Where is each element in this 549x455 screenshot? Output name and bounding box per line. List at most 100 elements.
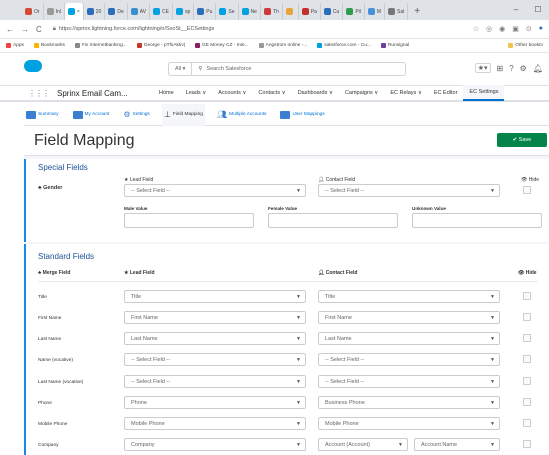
- bookmark-item[interactable]: George - pThiAktiv|: [136, 43, 185, 48]
- favorites-icon[interactable]: ★▾: [474, 63, 491, 73]
- nav-home[interactable]: Home: [153, 85, 180, 101]
- maximize-icon[interactable]: ☐: [527, 0, 549, 18]
- contact-field-select[interactable]: First Name ▼: [318, 311, 500, 324]
- subtab-field-mapping[interactable]: ⊥ Field Mapping: [161, 103, 205, 126]
- hide-checkbox[interactable]: [523, 440, 531, 448]
- hide-checkbox[interactable]: [523, 313, 531, 321]
- contact-field-select[interactable]: Account (Account) ▼: [318, 438, 408, 451]
- extension-icon[interactable]: ◎: [486, 25, 492, 33]
- browser-tab[interactable]: Cu: [321, 3, 344, 20]
- hide-checkbox[interactable]: [523, 334, 531, 342]
- nav-ec-relays[interactable]: EC Relays ∨: [384, 85, 428, 101]
- url-field[interactable]: 🔒︎ https://sprinx.lightning.force.com/li…: [49, 22, 429, 36]
- contact-field-select[interactable]: Title ▼: [318, 290, 500, 303]
- gender-hide-checkbox[interactable]: [523, 186, 531, 194]
- back-icon[interactable]: ←: [6, 25, 14, 34]
- help-icon[interactable]: ?: [509, 64, 513, 73]
- save-button[interactable]: ✔ Save: [497, 133, 547, 147]
- lead-field-select[interactable]: Mobile Phone ▼: [124, 417, 306, 430]
- lead-field-select[interactable]: First Name ▼: [124, 311, 306, 324]
- salesforce-logo-icon[interactable]: [24, 60, 42, 72]
- browser-tab[interactable]: Pa: [299, 3, 321, 20]
- browser-tab[interactable]: De: [105, 3, 128, 20]
- browser-tab[interactable]: CE: [150, 3, 173, 20]
- subtab-user-mappings[interactable]: User Mappings: [278, 104, 326, 126]
- nav-dashboards[interactable]: Dashboards ∨: [292, 85, 339, 101]
- bookmark-item[interactable]: Runsignal: [380, 43, 409, 48]
- browser-tab[interactable]: Ne: [239, 3, 261, 20]
- subtab-settings[interactable]: ⚙ Settings: [121, 104, 152, 126]
- bell-icon[interactable]: 🔔︎: [533, 64, 543, 73]
- nav-accounts[interactable]: Accounts ∨: [212, 85, 252, 101]
- nav-ec-settings[interactable]: EC Settings: [463, 85, 505, 101]
- lead-field-select[interactable]: Title ▼: [124, 290, 306, 303]
- browser-tab[interactable]: Th: [261, 3, 283, 20]
- search-scope-dropdown[interactable]: All ▾: [169, 63, 193, 75]
- hide-checkbox[interactable]: [523, 377, 531, 385]
- browser-tab[interactable]: Inl: [44, 3, 65, 20]
- subtab-multiple-accounts[interactable]: 👥︎ Multiple Accounts: [215, 104, 268, 126]
- reload-icon[interactable]: C: [36, 25, 42, 34]
- bookmark-item[interactable]: Apps: [6, 43, 24, 48]
- hide-checkbox[interactable]: [523, 292, 531, 300]
- hide-checkbox[interactable]: [523, 398, 531, 406]
- female-value-input[interactable]: [268, 213, 398, 228]
- add-icon[interactable]: ⊞: [497, 64, 504, 73]
- bookmark-star-icon[interactable]: ☆: [473, 25, 479, 33]
- unknown-value-input[interactable]: [412, 213, 542, 228]
- contact-field-select[interactable]: Mobile Phone ▼: [318, 417, 500, 430]
- gear-icon[interactable]: ⚙: [520, 64, 527, 73]
- lead-field-select[interactable]: Last Name ▼: [124, 332, 306, 345]
- bookmark-item[interactable]: salesforce.com - Cu...: [317, 43, 371, 48]
- browser-tab[interactable]: [283, 3, 299, 20]
- app-launcher-icon[interactable]: ⋮⋮⋮: [28, 89, 50, 98]
- forward-icon[interactable]: →: [21, 25, 29, 34]
- subtab-summary[interactable]: Summary: [24, 104, 61, 126]
- chevron-down-icon[interactable]: ∨: [202, 90, 206, 96]
- browser-tab[interactable]: sp: [173, 3, 195, 20]
- lead-field-select[interactable]: -- Select Field -- ▼: [124, 375, 306, 388]
- nav-ec-editor[interactable]: EC Editor: [428, 85, 464, 101]
- browser-tab-active[interactable]: ×: [64, 3, 84, 20]
- hide-checkbox[interactable]: [523, 355, 531, 363]
- browser-tab[interactable]: M: [365, 3, 386, 20]
- nav-contacts[interactable]: Contacts ∨: [252, 85, 291, 101]
- browser-tab[interactable]: Sal: [385, 3, 409, 20]
- browser-tab[interactable]: Pil: [343, 3, 365, 20]
- chevron-down-icon[interactable]: ∨: [374, 90, 378, 96]
- global-search[interactable]: All ▾ ⚲ Search Salesforce: [168, 62, 406, 76]
- profile-icon[interactable]: ●: [539, 25, 543, 33]
- chevron-down-icon[interactable]: ∨: [329, 90, 333, 96]
- contact-field-select[interactable]: -- Select Field -- ▼: [318, 375, 500, 388]
- browser-tab[interactable]: Se: [216, 3, 239, 20]
- browser-tab[interactable]: AV: [128, 3, 151, 20]
- subtab-my-account[interactable]: My Account: [71, 104, 112, 126]
- browser-tab[interactable]: Pu: [194, 3, 217, 20]
- contact-subfield-select[interactable]: Account Name ▼: [414, 438, 500, 451]
- nav-leads[interactable]: Leads ∨: [180, 85, 213, 101]
- contact-field-select[interactable]: -- Select Field -- ▼: [318, 353, 500, 366]
- minimize-icon[interactable]: –: [505, 0, 527, 18]
- gender-contact-select[interactable]: -- Select Field -- ▼: [318, 184, 500, 197]
- nav-campaigns[interactable]: Campaigns ∨: [339, 85, 384, 101]
- bookmark-item[interactable]: GE Money CZ - Inte...: [194, 43, 249, 48]
- extension-icon[interactable]: ◉: [499, 25, 505, 33]
- chevron-down-icon[interactable]: ∨: [282, 90, 286, 96]
- gender-lead-select[interactable]: -- Select Field -- ▼: [124, 184, 306, 197]
- new-tab-button[interactable]: +: [408, 3, 426, 20]
- extension-icon[interactable]: ⊙: [526, 25, 532, 33]
- chevron-down-icon[interactable]: ∨: [242, 90, 246, 96]
- hide-checkbox[interactable]: [523, 419, 531, 427]
- lead-field-select[interactable]: Company ▼: [124, 438, 306, 451]
- other-bookmarks[interactable]: Other bookm: [508, 43, 549, 48]
- chevron-down-icon[interactable]: ∨: [418, 90, 422, 96]
- tab-close-icon[interactable]: ×: [77, 9, 80, 15]
- browser-tab[interactable]: 20: [84, 3, 106, 20]
- bookmark-item[interactable]: Fix Internetbanking...: [74, 43, 127, 48]
- lead-field-select[interactable]: Phone ▼: [124, 396, 306, 409]
- bookmark-item[interactable]: Angstrom online -...: [258, 43, 307, 48]
- bookmark-item[interactable]: Bookmarks: [33, 43, 65, 48]
- contact-field-select[interactable]: Last Name ▼: [318, 332, 500, 345]
- browser-tab[interactable]: Or: [22, 3, 44, 20]
- lead-field-select[interactable]: -- Select Field -- ▼: [124, 353, 306, 366]
